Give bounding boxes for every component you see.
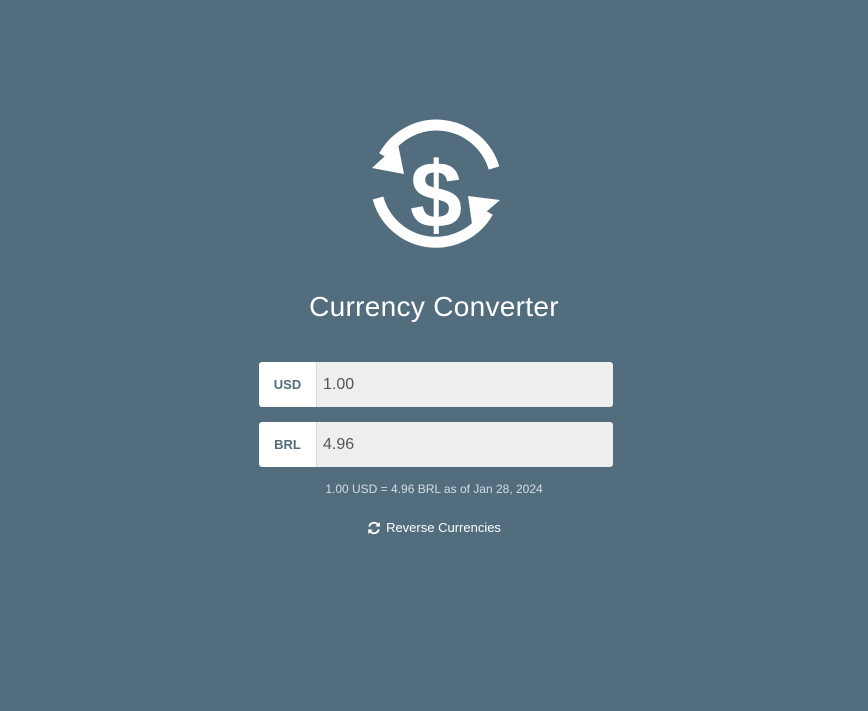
exchange-rate-text: 1.00 USD = 4.96 BRL as of Jan 28, 2024 [325,482,543,496]
to-currency-select[interactable]: BRL [259,422,317,467]
to-amount-input[interactable] [317,422,613,467]
to-currency-row: BRL [259,422,613,467]
from-amount-input[interactable] [317,362,613,407]
reverse-currencies-label: Reverse Currencies [386,520,501,535]
page-title: Currency Converter [309,291,559,322]
reverse-container: Reverse Currencies [0,519,868,537]
svg-text:$: $ [410,142,462,247]
refresh-icon [367,521,381,535]
reverse-currencies-button[interactable]: Reverse Currencies [367,519,501,537]
converter-page: $ Currency Converter USD BRL 1.00 USD = … [0,0,868,711]
from-currency-select[interactable]: USD [259,362,317,407]
currency-exchange-icon: $ [368,116,504,254]
from-currency-row: USD [259,362,613,407]
